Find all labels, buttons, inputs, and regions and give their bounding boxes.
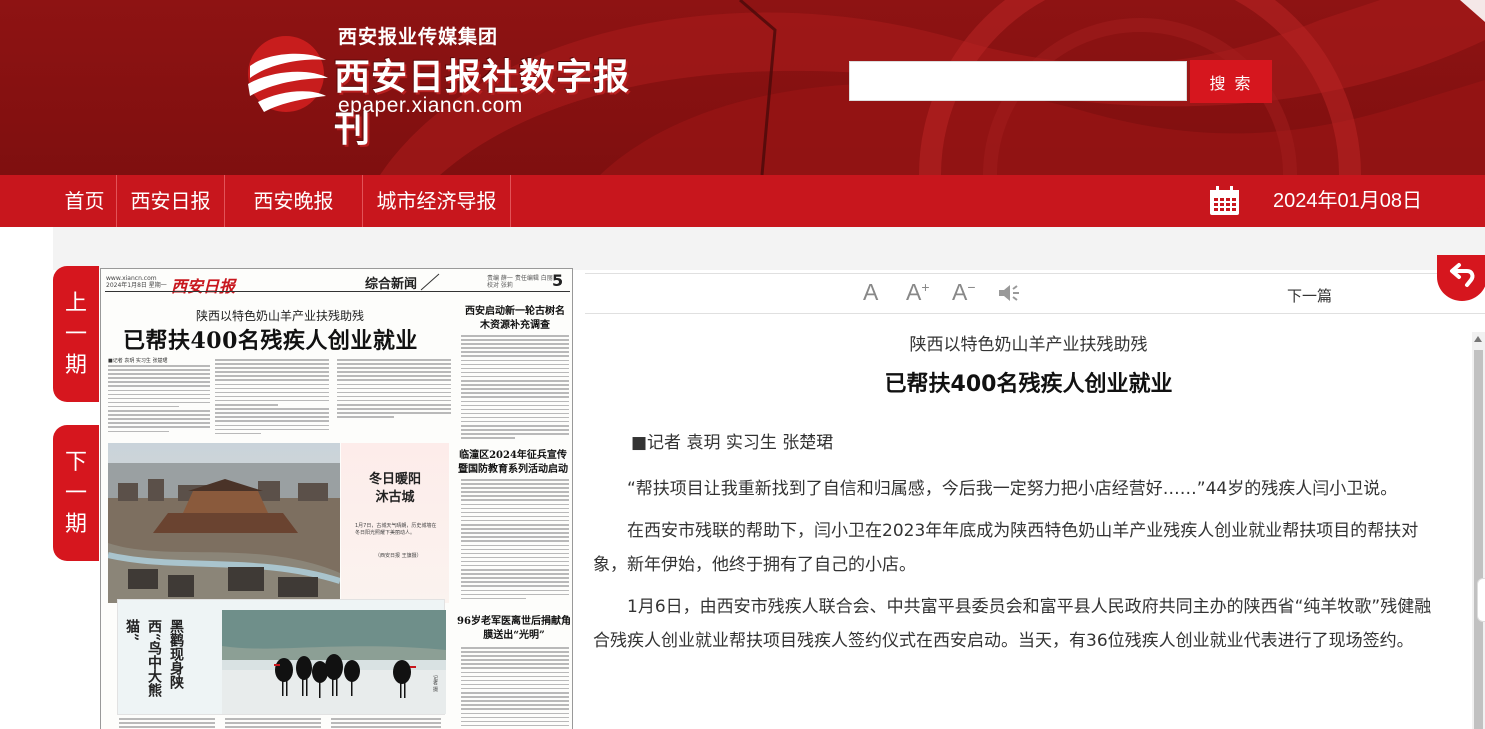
article-panel: 陕西以特色奶山羊产业扶残助残 已帮扶400名残疾人创业就业 ■记者 袁玥 实习生… xyxy=(585,332,1472,729)
page-editors: 责编 薛一 责任编辑 白丽 xyxy=(487,275,553,282)
font-increase-button[interactable]: A+ xyxy=(906,279,930,306)
section-slash-icon xyxy=(420,273,440,291)
previous-issue-tab[interactable]: 上 一 期 xyxy=(53,266,99,402)
article-title: 已帮扶400名残疾人创业就业 xyxy=(884,372,1173,397)
font-default-button[interactable]: A xyxy=(863,279,878,306)
font-decrease-minus: − xyxy=(967,279,976,295)
prev-tab-char: 期 xyxy=(64,352,87,378)
prev-tab-char: 一 xyxy=(64,321,87,347)
nav-item-xian-evening[interactable]: 西安晚报 xyxy=(225,175,363,227)
tools-divider-top xyxy=(585,273,1485,274)
search-button[interactable]: 搜 索 xyxy=(1190,60,1272,103)
article-kicker: 陕西以特色奶山羊产业扶残助残 xyxy=(909,335,1148,355)
nav-item-home[interactable]: 首页 xyxy=(53,175,117,227)
font-decrease-button[interactable]: A− xyxy=(952,279,976,306)
right-story-3-text xyxy=(461,647,569,729)
bird-text-col-2 xyxy=(225,718,321,729)
back-arrow-icon[interactable] xyxy=(1437,255,1485,301)
main-nav: 首页 西安日报 西安晚报 城市经济导报 xyxy=(0,175,1485,227)
next-tab-char: 期 xyxy=(64,511,87,537)
bird-photo-caption: 记者 摄 xyxy=(432,675,438,692)
article-body: ■记者 袁玥 实习生 张楚珺 “帮扶项目让我重新找到了自信和归属感，今后我一定努… xyxy=(593,426,1447,666)
logo-emblem-icon xyxy=(248,36,328,112)
city-wall-photo[interactable] xyxy=(108,443,340,603)
newspaper-page[interactable]: www.xiancn.com 2024年1月8日 星期一 西安日报 综合新闻 责… xyxy=(100,268,573,729)
article-byline: ■记者 袁玥 实习生 张楚珺 xyxy=(631,433,834,453)
page-header-left: www.xiancn.com 2024年1月8日 星期一 xyxy=(106,275,167,289)
page-masthead: 西安日报 xyxy=(171,277,236,296)
bird-text-col-1 xyxy=(119,718,215,729)
side-float-handle[interactable] xyxy=(1477,578,1485,622)
font-decrease-label: A xyxy=(952,279,968,305)
page-number: 5 xyxy=(552,271,564,290)
bird-feature-title[interactable]: 黑鹳现身陕西“鸟中大熊猫” xyxy=(124,619,187,709)
page-section: 综合新闻 xyxy=(365,277,418,292)
next-tab-char: 一 xyxy=(64,480,87,506)
black-stork-photo[interactable] xyxy=(222,610,446,714)
right-story-1-text xyxy=(461,335,569,441)
photo-credit: （西安日报 王旗摄） xyxy=(375,553,422,559)
page-proofreader: 校对 张莉 xyxy=(487,282,513,289)
page-right-story-2-title[interactable]: 临潼区2024年征兵宣传暨国防教育系列活动启动 xyxy=(455,449,571,477)
page-right-story-3-title[interactable]: 96岁老军医离世后捐献角膜送出“光明” xyxy=(457,615,571,643)
logo-url: epaper.xiancn.com xyxy=(338,94,523,117)
lead-text-col-3 xyxy=(337,359,451,420)
logo-group-name: 西安报业传媒集团 xyxy=(338,26,499,48)
article-scroll-thumb[interactable] xyxy=(1474,350,1483,729)
lead-text-col-1 xyxy=(108,365,210,435)
photo-caption: 1月7日，古城天气晴朗，历史城墙在冬日阳光照耀下美丽动人。 xyxy=(355,523,437,536)
page-header-rule xyxy=(105,291,570,292)
issue-date: 2024年01月08日 xyxy=(1273,190,1422,212)
speaker-icon[interactable] xyxy=(997,283,1021,303)
page-lead-kicker[interactable]: 陕西以特色奶山羊产业扶残助残 xyxy=(196,307,364,324)
article-paragraph: “帮扶项目让我重新找到了自信和归属感，今后我一定努力把小店经营好……”44岁的残… xyxy=(627,479,1398,499)
right-story-2-text xyxy=(461,479,569,602)
next-tab-char: 下 xyxy=(64,449,87,475)
page-header-date: 2024年1月8日 星期一 xyxy=(106,282,167,289)
font-increase-label: A xyxy=(906,279,922,305)
page-lead-headline[interactable]: 已帮扶400名残疾人创业就业 xyxy=(123,323,418,355)
lead-text-col-2 xyxy=(215,359,329,437)
prev-tab-char: 上 xyxy=(64,290,87,316)
site-logo[interactable]: 西安报业传媒集团 西安日报社数字报刊 epaper.xiancn.com xyxy=(228,22,658,150)
nav-item-xian-daily[interactable]: 西安日报 xyxy=(117,175,225,227)
page-header-right: 责编 薛一 责任编辑 白丽 校对 张莉 xyxy=(487,275,553,289)
page-lead-byline: ■记者 袁玥 实习生 张楚珺 xyxy=(108,358,168,364)
next-issue-tab[interactable]: 下 一 期 xyxy=(53,425,99,561)
page-right-story-1-title[interactable]: 西安启动新一轮古树名木资源补充调查 xyxy=(461,305,569,333)
bird-text-col-3 xyxy=(331,718,441,729)
scroll-up-arrow-icon[interactable] xyxy=(1474,336,1482,342)
calendar-icon[interactable] xyxy=(1209,186,1240,216)
content-top-strip xyxy=(53,227,1485,270)
search-input[interactable] xyxy=(849,61,1187,101)
tools-divider-bottom xyxy=(585,313,1485,314)
photo-title[interactable]: 冬日暖阳沐古城 xyxy=(363,471,427,507)
article-paragraph: 1月6日，由西安市残疾人联合会、中共富平县委员会和富平县人民政府共同主办的陕西省… xyxy=(593,597,1432,651)
header-banner: 西安报业传媒集团 西安日报社数字报刊 epaper.xiancn.com 搜 索 xyxy=(0,0,1485,175)
article-paragraph: 在西安市残联的帮助下，闫小卫在2023年年底成为陕西特色奶山羊产业残疾人创业就业… xyxy=(593,521,1419,575)
font-increase-plus: + xyxy=(921,279,930,295)
page-header-site: www.xiancn.com xyxy=(106,275,157,282)
nav-item-city-economy[interactable]: 城市经济导报 xyxy=(363,175,511,227)
next-article-link[interactable]: 下一篇 xyxy=(1287,285,1332,306)
